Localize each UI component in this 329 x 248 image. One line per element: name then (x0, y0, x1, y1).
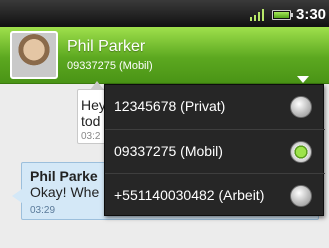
signal-icon (250, 8, 268, 21)
number-option-label: +551140030482 (Arbeit) (114, 187, 265, 203)
chevron-down-icon[interactable] (297, 76, 309, 83)
message-text: Hey tod (81, 97, 106, 129)
contact-name: Phil Parker (67, 38, 146, 55)
contact-number: 09337275 (Mobil) (67, 60, 153, 72)
message-text: Okay! Whe (30, 184, 100, 200)
battery-icon (272, 10, 293, 20)
contact-header[interactable]: Phil Parker 09337275 (Mobil) (0, 27, 329, 84)
message-time: 03:2 (81, 131, 101, 142)
message-time: 03:29 (30, 205, 56, 216)
message-sender: Phil Parke (30, 168, 98, 184)
radio-button[interactable] (290, 185, 312, 207)
number-option-mobil[interactable]: 09337275 (Mobil) (105, 129, 325, 173)
number-option-label: 12345678 (Privat) (114, 98, 226, 114)
number-option-label: 09337275 (Mobil) (114, 143, 223, 159)
number-option-privat[interactable]: 12345678 (Privat) (105, 85, 325, 129)
number-picker-popup: 12345678 (Privat) 09337275 (Mobil) +5511… (104, 84, 325, 217)
radio-button-selected[interactable] (290, 141, 312, 163)
status-bar: 3:30 (0, 0, 329, 27)
avatar[interactable] (10, 31, 58, 79)
radio-button[interactable] (290, 96, 312, 118)
number-option-arbeit[interactable]: +551140030482 (Arbeit) (105, 173, 325, 217)
clock: 3:30 (296, 6, 327, 23)
